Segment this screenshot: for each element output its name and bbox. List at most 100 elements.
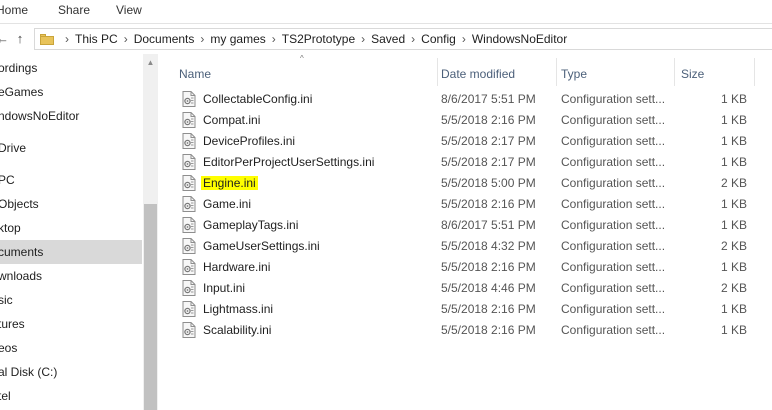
file-row[interactable]: Compat.ini 5/5/2018 2:16 PM Configuration … (178, 110, 772, 131)
file-size: 2 KB (720, 176, 747, 190)
sidebar-item-local-disk[interactable]: al Disk (C:) (0, 360, 142, 384)
file-size: 1 KB (720, 134, 747, 148)
breadcrumb-this-pc[interactable]: This PC (75, 32, 118, 46)
file-size: 1 KB (720, 218, 747, 232)
config-file-icon (182, 133, 196, 149)
file-row[interactable]: Game.ini 5/5/2018 2:16 PM Configuration se… (178, 194, 772, 215)
file-date-modified: 5/5/2018 2:17 PM (441, 134, 536, 148)
config-file-icon (182, 175, 196, 191)
config-file-icon (182, 112, 196, 128)
sidebar-item-windowsnoeditor[interactable]: ndowsNoEditor (0, 104, 142, 128)
sidebar-scrollbar[interactable]: ▲ (143, 54, 158, 410)
file-name[interactable]: Game.ini (201, 197, 253, 211)
column-divider[interactable] (556, 58, 557, 86)
column-divider[interactable] (674, 58, 675, 86)
file-type: Configuration sett... (561, 218, 666, 232)
column-divider[interactable] (754, 58, 755, 86)
breadcrumb-my-games[interactable]: my games (210, 32, 265, 46)
file-row[interactable]: EditorPerProjectUserSettings.ini 5/5/2018… (178, 152, 772, 173)
file-type: Configuration sett... (561, 134, 666, 148)
file-name[interactable]: GameplayTags.ini (201, 218, 300, 232)
file-type: Configuration sett... (561, 155, 666, 169)
up-arrow-icon[interactable]: ↑ (12, 29, 28, 49)
breadcrumb-saved[interactable]: Saved (371, 32, 405, 46)
file-type: Configuration sett... (561, 302, 666, 316)
file-date-modified: 5/5/2018 2:16 PM (441, 197, 536, 211)
file-name[interactable]: Compat.ini (201, 113, 262, 127)
sidebar-item-intel[interactable]: tel (0, 384, 142, 408)
column-header-size[interactable]: Size (681, 64, 704, 84)
sidebar-item-documents[interactable]: cuments (0, 240, 142, 264)
file-type: Configuration sett... (561, 260, 666, 274)
file-type: Configuration sett... (561, 239, 666, 253)
file-row[interactable]: Input.ini 5/5/2018 4:46 PM Configuration s… (178, 278, 772, 299)
sidebar-item-recordings[interactable]: ordings (0, 56, 142, 80)
config-file-icon (182, 154, 196, 170)
chevron-right-icon[interactable]: › (65, 32, 69, 46)
file-name[interactable]: EditorPerProjectUserSettings.ini (201, 155, 376, 169)
chevron-right-icon[interactable]: › (200, 32, 204, 46)
file-name[interactable]: GameUserSettings.ini (201, 239, 322, 253)
breadcrumb-ts2prototype[interactable]: TS2Prototype (282, 32, 355, 46)
file-date-modified: 5/5/2018 4:32 PM (441, 239, 536, 253)
sidebar-item-savedgames[interactable]: eGames (0, 80, 142, 104)
sidebar-item-videos[interactable]: eos (0, 336, 142, 360)
file-row[interactable]: Engine.ini 5/5/2018 5:00 PM Configuration … (178, 173, 772, 194)
file-row[interactable]: Lightmass.ini 5/5/2018 2:16 PM Configurati… (178, 299, 772, 320)
file-date-modified: 5/5/2018 4:46 PM (441, 281, 536, 295)
chevron-right-icon[interactable]: › (361, 32, 365, 46)
file-type: Configuration sett... (561, 176, 666, 190)
file-row[interactable]: Hardware.ini 5/5/2018 2:16 PM Configuratio… (178, 257, 772, 278)
file-name[interactable]: Engine.ini (201, 176, 258, 190)
config-file-icon (182, 280, 196, 296)
sidebar-item-this-pc[interactable]: PC (0, 168, 142, 192)
file-size: 1 KB (720, 302, 747, 316)
file-name[interactable]: CollectableConfig.ini (201, 92, 314, 106)
file-size: 1 KB (720, 113, 747, 127)
scroll-up-icon[interactable]: ▲ (143, 56, 158, 70)
file-row[interactable]: Scalability.ini 5/5/2018 2:16 PM Configura… (178, 320, 772, 341)
sidebar-item-desktop[interactable]: ktop (0, 216, 142, 240)
address-bar[interactable]: › This PC › Documents › my games › TS2Pr… (34, 28, 772, 50)
file-name[interactable]: Hardware.ini (201, 260, 272, 274)
column-header-type[interactable]: Type (561, 64, 587, 84)
file-date-modified: 5/5/2018 2:17 PM (441, 155, 536, 169)
sidebar-item-3d-objects[interactable]: Objects (0, 192, 142, 216)
ribbon-tab-home[interactable]: Home (0, 3, 28, 17)
file-name[interactable]: Input.ini (201, 281, 247, 295)
file-row[interactable]: GameplayTags.ini 8/6/2017 5:51 PM Configur… (178, 215, 772, 236)
file-date-modified: 8/6/2017 5:51 PM (441, 218, 536, 232)
chevron-right-icon[interactable]: › (411, 32, 415, 46)
column-divider[interactable] (437, 58, 438, 86)
sidebar-item-downloads[interactable]: wnloads (0, 264, 142, 288)
chevron-right-icon[interactable]: › (124, 32, 128, 46)
breadcrumb-documents[interactable]: Documents (134, 32, 195, 46)
config-file-icon (182, 196, 196, 212)
file-row[interactable]: CollectableConfig.ini 8/6/2017 5:51 PM Con… (178, 89, 772, 110)
file-row[interactable]: DeviceProfiles.ini 5/5/2018 2:17 PM Config… (178, 131, 772, 152)
file-name[interactable]: Scalability.ini (201, 323, 273, 337)
file-row[interactable]: GameUserSettings.ini 5/5/2018 4:32 PM Conf… (178, 236, 772, 257)
file-name[interactable]: Lightmass.ini (201, 302, 275, 316)
ribbon-tab-view[interactable]: View (116, 3, 142, 17)
file-type: Configuration sett... (561, 197, 666, 211)
file-date-modified: 5/5/2018 2:16 PM (441, 302, 536, 316)
scrollbar-thumb[interactable] (144, 204, 157, 410)
file-size: 1 KB (720, 197, 747, 211)
sidebar-item-onedrive[interactable]: Drive (0, 136, 142, 160)
chevron-right-icon[interactable]: › (272, 32, 276, 46)
sort-ascending-icon: ^ (300, 54, 304, 63)
column-header-name[interactable]: Name (179, 64, 211, 84)
file-size: 2 KB (720, 281, 747, 295)
file-name[interactable]: DeviceProfiles.ini (201, 134, 297, 148)
file-date-modified: 5/5/2018 2:16 PM (441, 113, 536, 127)
breadcrumb-windowsnoeditor[interactable]: WindowsNoEditor (472, 32, 567, 46)
ribbon-tab-share[interactable]: Share (58, 3, 90, 17)
chevron-right-icon[interactable]: › (462, 32, 466, 46)
column-header-date-modified[interactable]: Date modified (441, 64, 515, 84)
folder-icon (40, 33, 54, 45)
back-arrow-icon[interactable]: ← (0, 29, 9, 49)
sidebar-item-pictures[interactable]: tures (0, 312, 142, 336)
sidebar-item-music[interactable]: sic (0, 288, 142, 312)
breadcrumb-config[interactable]: Config (421, 32, 456, 46)
